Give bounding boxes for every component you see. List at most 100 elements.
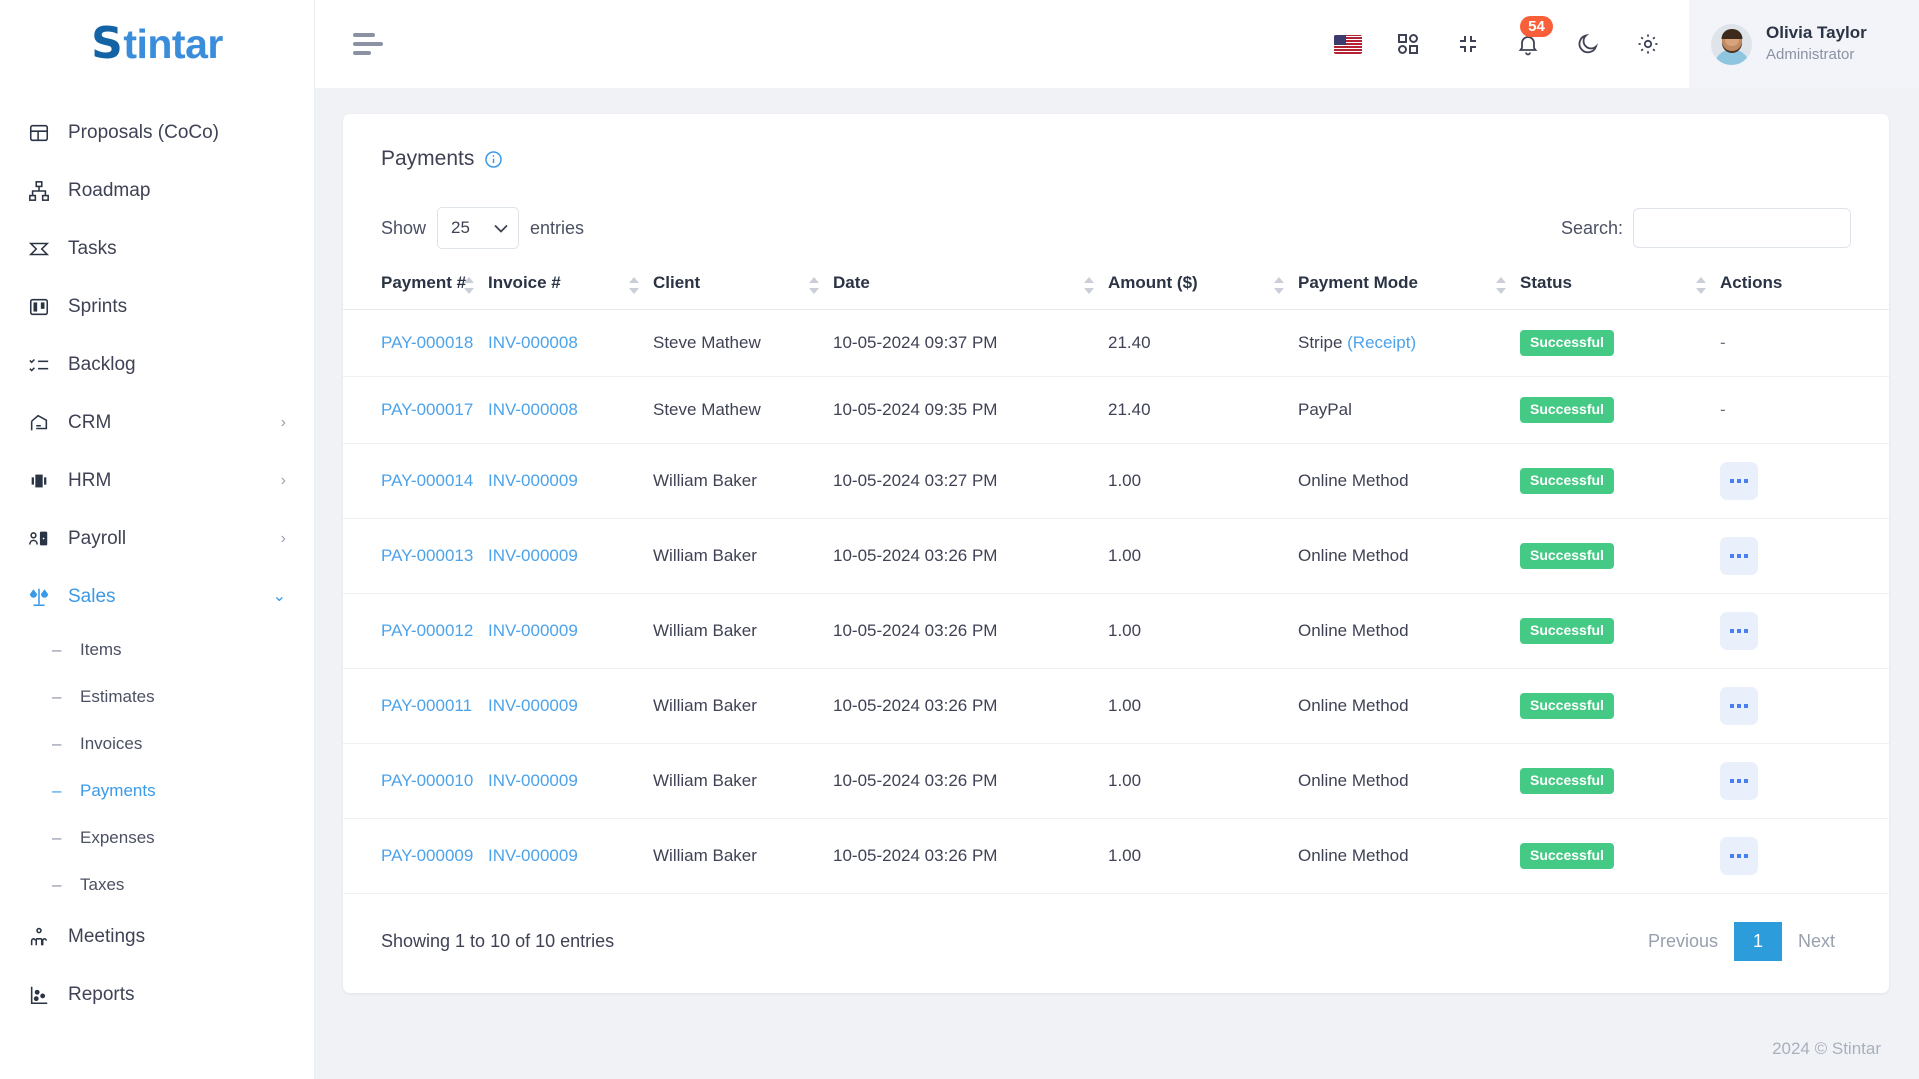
payment-number-link[interactable]: PAY-000013: [381, 546, 473, 565]
dash-marker-icon: –: [52, 687, 62, 706]
sidebar-subitem-estimates[interactable]: – Estimates: [0, 673, 314, 720]
us-flag-icon[interactable]: [1333, 29, 1363, 59]
invoice-number-link[interactable]: INV-000009: [488, 471, 578, 490]
sort-icon[interactable]: [1274, 277, 1284, 294]
cell-amount: 1.00: [1108, 518, 1298, 594]
search-input[interactable]: [1633, 208, 1851, 248]
sidebar-item-proposals[interactable]: Proposals (CoCo): [0, 104, 314, 162]
column-header-payment-mode[interactable]: Payment Mode: [1298, 273, 1520, 310]
sort-icon[interactable]: [809, 277, 819, 294]
cell-client: Steve Mathew: [653, 376, 833, 444]
sidebar-item-tasks[interactable]: Tasks: [0, 220, 314, 278]
dash-marker-icon: –: [52, 828, 62, 847]
column-header-client[interactable]: Client: [653, 273, 833, 310]
topbar-actions: 54: [1333, 16, 1689, 59]
column-header-status[interactable]: Status: [1520, 273, 1720, 310]
avatar: [1711, 23, 1752, 65]
payment-number-link[interactable]: PAY-000012: [381, 621, 473, 640]
cell-client: William Baker: [653, 743, 833, 819]
sidebar-subitem-payments[interactable]: – Payments: [0, 767, 314, 814]
sort-icon[interactable]: [1084, 277, 1094, 294]
invoice-number-link[interactable]: INV-000009: [488, 771, 578, 790]
moon-icon[interactable]: [1573, 29, 1603, 59]
app-root: Stintar Proposals (CoCo) Roadmap Tasks S…: [0, 0, 1919, 1079]
user-profile[interactable]: Olivia Taylor Administrator: [1689, 0, 1919, 88]
cell-date: 10-05-2024 09:35 PM: [833, 376, 1108, 444]
payment-number-link[interactable]: PAY-000009: [381, 846, 473, 865]
row-actions-button[interactable]: [1720, 687, 1758, 725]
cell-invoice-number: INV-000008: [488, 376, 653, 444]
invoice-number-link[interactable]: INV-000008: [488, 400, 578, 419]
row-actions-button[interactable]: [1720, 762, 1758, 800]
invoice-number-link[interactable]: INV-000009: [488, 846, 578, 865]
tasks-icon: [26, 236, 52, 262]
sidebar-subitem-taxes[interactable]: – Taxes: [0, 861, 314, 908]
gear-icon[interactable]: [1633, 29, 1663, 59]
page-title-text: Payments: [381, 147, 475, 170]
sidebar-subitem-invoices[interactable]: – Invoices: [0, 720, 314, 767]
cell-payment-mode: Online Method: [1298, 443, 1520, 519]
sidebar-item-payroll[interactable]: Payroll ›: [0, 510, 314, 568]
cell-payment-number: PAY-000013: [343, 518, 488, 594]
sidebar-item-sprints[interactable]: Sprints: [0, 278, 314, 336]
pagination-next[interactable]: Next: [1782, 922, 1851, 961]
sidebar-item-meetings[interactable]: Meetings: [0, 908, 314, 966]
payment-number-link[interactable]: PAY-000011: [381, 696, 472, 715]
sort-icon[interactable]: [464, 277, 474, 294]
row-actions-button[interactable]: [1720, 837, 1758, 875]
table-header-row: Payment # Invoice # Client Date Amount (…: [343, 273, 1889, 310]
compress-icon[interactable]: [1453, 29, 1483, 59]
bell-icon[interactable]: 54: [1513, 16, 1553, 59]
cell-payment-number: PAY-000017: [343, 376, 488, 444]
payment-number-link[interactable]: PAY-000010: [381, 771, 473, 790]
cell-status: Successful: [1520, 376, 1720, 444]
status-badge: Successful: [1520, 468, 1614, 494]
pagination-page-1[interactable]: 1: [1733, 922, 1782, 961]
info-circle-icon[interactable]: [484, 150, 503, 169]
receipt-link[interactable]: (Receipt): [1342, 333, 1416, 352]
page-size-select[interactable]: 25: [437, 207, 520, 249]
cell-date: 10-05-2024 03:26 PM: [833, 668, 1108, 744]
sidebar-item-sales[interactable]: Sales ⌄: [0, 568, 314, 626]
dash-marker-icon: –: [52, 734, 62, 753]
sidebar-item-roadmap[interactable]: Roadmap: [0, 162, 314, 220]
cell-invoice-number: INV-000009: [488, 593, 653, 669]
invoice-number-link[interactable]: INV-000008: [488, 333, 578, 352]
invoice-number-link[interactable]: INV-000009: [488, 696, 578, 715]
sort-icon[interactable]: [1696, 277, 1706, 294]
pagination: Previous 1 Next: [1632, 922, 1851, 961]
column-label: Invoice #: [488, 273, 561, 292]
column-header-invoice[interactable]: Invoice #: [488, 273, 653, 310]
pagination-previous[interactable]: Previous: [1632, 922, 1734, 961]
sidebar-item-crm[interactable]: CRM ›: [0, 394, 314, 452]
invoice-number-link[interactable]: INV-000009: [488, 621, 578, 640]
column-header-amount[interactable]: Amount ($): [1108, 273, 1298, 310]
sort-icon[interactable]: [1496, 277, 1506, 294]
invoice-number-link[interactable]: INV-000009: [488, 546, 578, 565]
payment-number-link[interactable]: PAY-000014: [381, 471, 473, 490]
apps-grid-icon[interactable]: [1393, 29, 1423, 59]
payment-mode-text: Online Method: [1298, 846, 1409, 865]
column-header-date[interactable]: Date: [833, 273, 1108, 310]
footer-bar: 2024 © Stintar: [315, 1019, 1919, 1079]
brand-logo[interactable]: Stintar: [0, 0, 314, 88]
payment-number-link[interactable]: PAY-000017: [381, 400, 473, 419]
column-header-payment[interactable]: Payment #: [343, 273, 488, 310]
row-actions-button[interactable]: [1720, 612, 1758, 650]
sidebar-subitem-items[interactable]: – Items: [0, 626, 314, 673]
cell-payment-number: PAY-000014: [343, 443, 488, 519]
sidebar-item-reports[interactable]: Reports: [0, 966, 314, 1024]
sidebar-subitem-expenses[interactable]: – Expenses: [0, 814, 314, 861]
hamburger-icon[interactable]: [353, 33, 383, 55]
sidebar-item-label: Sales: [68, 586, 116, 607]
row-actions-button[interactable]: [1720, 537, 1758, 575]
chevron-down-icon: [494, 221, 508, 235]
column-label: Payment Mode: [1298, 273, 1418, 292]
payment-number-link[interactable]: PAY-000018: [381, 333, 473, 352]
sidebar-item-hrm[interactable]: HRM ›: [0, 452, 314, 510]
cell-actions: [1720, 593, 1889, 669]
row-actions-button[interactable]: [1720, 462, 1758, 500]
cell-payment-mode: Online Method: [1298, 518, 1520, 594]
sort-icon[interactable]: [629, 277, 639, 294]
sidebar-item-backlog[interactable]: Backlog: [0, 336, 314, 394]
